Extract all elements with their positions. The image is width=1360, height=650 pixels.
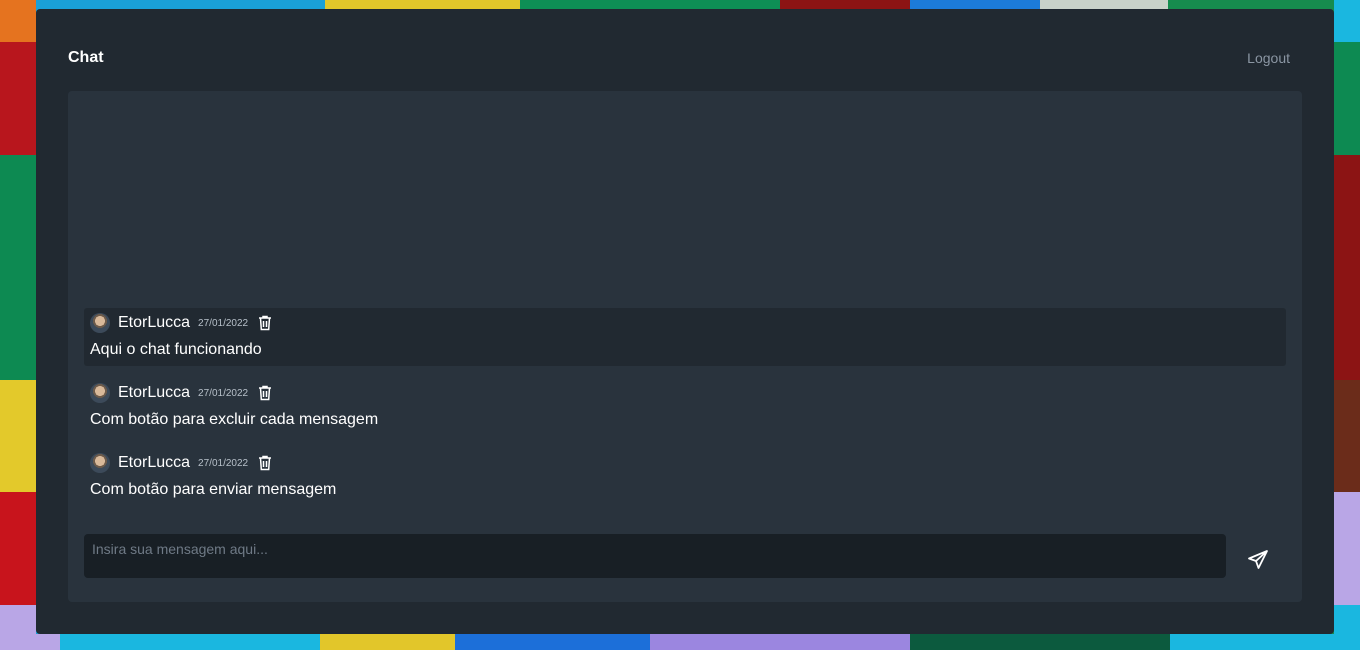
trash-icon[interactable]: [258, 385, 272, 401]
message-date: 27/01/2022: [198, 457, 249, 469]
message-date: 27/01/2022: [198, 387, 249, 399]
message-item: EtorLucca 27/01/2022 Com botão para excl…: [84, 378, 1286, 436]
message-item: EtorLucca 27/01/2022 Aqui o chat funcion…: [84, 308, 1286, 366]
message-username: EtorLucca: [118, 384, 191, 401]
avatar-icon: [90, 313, 110, 333]
page-title: Chat: [68, 49, 104, 66]
composer: [84, 534, 1286, 578]
message-header: EtorLucca 27/01/2022: [90, 313, 1280, 333]
chat-window: Chat Logout EtorLucca 27/01/2022 Aqui o …: [36, 9, 1334, 634]
paper-plane-icon[interactable]: [1244, 546, 1272, 574]
background-tiles-bottom: [0, 634, 1360, 650]
message-list: EtorLucca 27/01/2022 Aqui o chat funcion…: [84, 308, 1286, 518]
message-text: Com botão para excluir cada mensagem: [90, 411, 379, 428]
message-username: EtorLucca: [118, 454, 191, 471]
message-header: EtorLucca 27/01/2022: [90, 383, 1280, 403]
logout-button[interactable]: Logout: [1247, 50, 1290, 66]
avatar-icon: [90, 453, 110, 473]
message-username: EtorLucca: [118, 314, 191, 331]
message-header: EtorLucca 27/01/2022: [90, 453, 1280, 473]
message-text: Aqui o chat funcionando: [90, 341, 262, 358]
trash-icon[interactable]: [258, 455, 272, 471]
chat-panel: EtorLucca 27/01/2022 Aqui o chat funcion…: [68, 91, 1302, 602]
message-text: Com botão para enviar mensagem: [90, 481, 337, 498]
message-date: 27/01/2022: [198, 317, 249, 329]
background-tiles-left: [0, 0, 36, 650]
message-input[interactable]: [84, 534, 1226, 578]
avatar-icon: [90, 383, 110, 403]
trash-icon[interactable]: [258, 315, 272, 331]
background-tiles-right: [1334, 0, 1360, 650]
chat-header: Chat Logout: [68, 47, 1302, 69]
message-item: EtorLucca 27/01/2022 Com botão para envi…: [84, 448, 1286, 506]
